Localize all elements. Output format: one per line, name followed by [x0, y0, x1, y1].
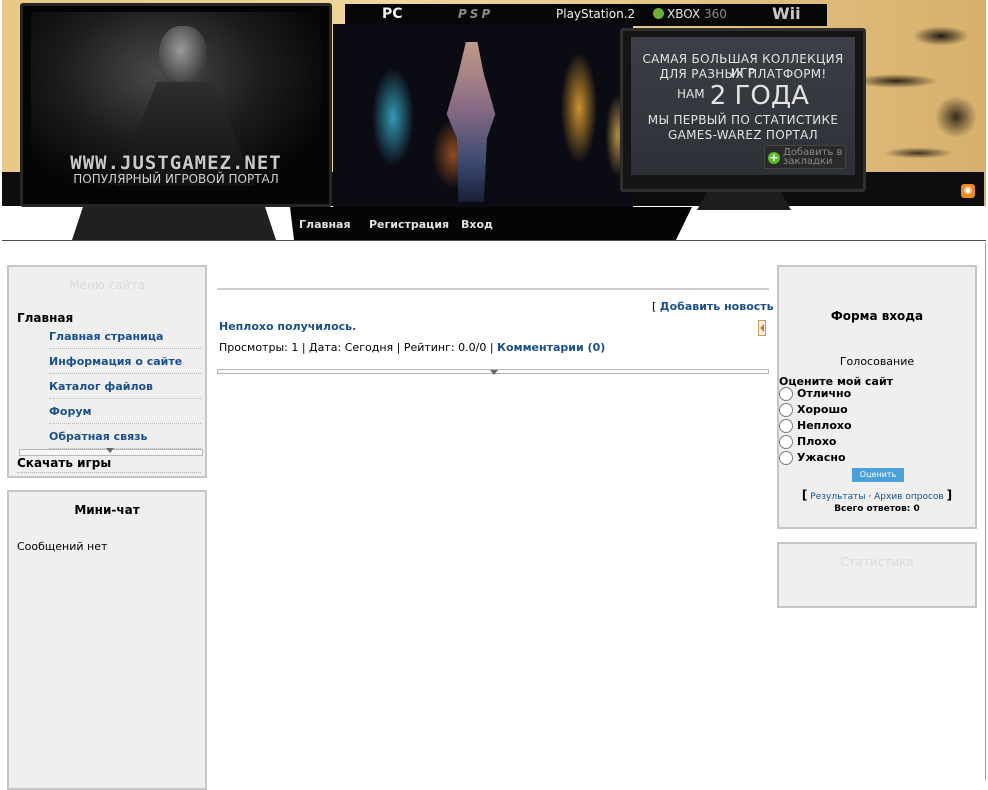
- nav-registration[interactable]: Регистрация: [369, 218, 449, 231]
- platform-psp: PSP: [458, 7, 494, 21]
- poll-total: Всего ответов: 0: [779, 504, 975, 514]
- main-nav: Главная Регистрация Вход: [290, 207, 692, 240]
- content-top-divider: [217, 288, 769, 290]
- add-news-link[interactable]: Добавить новость: [660, 300, 774, 313]
- mini-chat-title: Мини-чат: [74, 503, 140, 517]
- rss-icon[interactable]: ◉: [961, 184, 975, 198]
- poll-option-label: Отлично: [797, 387, 852, 400]
- menu-section-download-games[interactable]: Скачать игры: [17, 456, 111, 470]
- poll-radio-not-bad[interactable]: [779, 419, 793, 433]
- add-bookmark-label: Добавить в закладки: [783, 147, 843, 167]
- rating-label: Рейтинг:: [403, 341, 455, 354]
- news-expand-toggle[interactable]: [217, 369, 769, 375]
- menu-link-file-catalog[interactable]: Каталог файлов: [49, 380, 153, 393]
- statistics-block: Статистика: [777, 542, 977, 608]
- chevron-down-icon: [490, 370, 498, 375]
- news-flag-icon[interactable]: [758, 320, 766, 336]
- poll-links-separator: ·: [868, 492, 872, 502]
- site-header: ◉ WWW.JUSTGAMEZ.NET ПОПУЛЯРНЫЙ ИГРОВОЙ П…: [0, 0, 988, 243]
- date-value: Сегодня: [344, 341, 394, 354]
- news-entry-meta: Просмотры: 1 | Дата: Сегодня | Рейтинг: …: [219, 341, 606, 354]
- promo-line-4: МЫ ПЕРВЫЙ ПО СТАТИСТИКЕ: [647, 113, 839, 127]
- header-center-art: [333, 24, 633, 210]
- poll-total-label: Всего ответов:: [834, 504, 911, 514]
- menu-item-feedback: Обратная связь: [49, 430, 201, 449]
- mini-chat-block: Мини-чат Сообщений нет: [7, 490, 207, 790]
- menu-divider: [17, 472, 201, 473]
- poll-radio-bad[interactable]: [779, 435, 793, 449]
- site-tagline: ПОПУЛЯРНЫЙ ИГРОВОЙ ПОРТАЛ: [73, 172, 279, 186]
- mini-chat-empty-text: Сообщений нет: [17, 540, 108, 553]
- poll-links: [ Результаты · Архив опросов ]: [801, 488, 953, 502]
- views-count: 1: [291, 341, 299, 354]
- tv-stand-right: [697, 190, 791, 210]
- menu-item-forum: Форум: [49, 405, 201, 424]
- site-menu-title: Меню сайта: [69, 278, 145, 292]
- date-label: Дата:: [309, 341, 342, 354]
- site-url-logo: WWW.JUSTGAMEZ.NET: [70, 152, 282, 174]
- menu-item-home-page: Главная страница: [49, 330, 201, 349]
- nav-home[interactable]: Главная: [299, 218, 351, 231]
- poll-archive-link[interactable]: Архив опросов: [874, 492, 944, 502]
- vote-button[interactable]: Оценить: [852, 468, 904, 482]
- promo-line-2: ДЛЯ РАЗНЫХ ПЛАТФОРМ!: [659, 67, 827, 81]
- platform-wii: Wii: [772, 4, 801, 23]
- poll-option-label: Хорошо: [797, 403, 848, 416]
- menu-section-main[interactable]: Главная: [17, 311, 73, 325]
- menu-item-file-catalog: Каталог файлов: [49, 380, 201, 399]
- poll-radio-terrible[interactable]: [779, 451, 793, 465]
- poll-option-label: Ужасно: [797, 451, 846, 464]
- menu-link-feedback[interactable]: Обратная связь: [49, 430, 148, 443]
- menu-link-home-page[interactable]: Главная страница: [49, 330, 163, 343]
- nav-login[interactable]: Вход: [461, 218, 493, 231]
- platform-xbox-label: XBOX: [667, 7, 701, 21]
- menu-item-site-info: Информация о сайте: [49, 355, 201, 374]
- poll-total-value: 0: [913, 504, 920, 514]
- poll-option-label: Плохо: [797, 435, 837, 448]
- poll-radio-excellent[interactable]: [779, 387, 793, 401]
- poll-results-link[interactable]: Результаты: [810, 492, 865, 502]
- platform-ps2: PlayStation.2: [556, 7, 636, 21]
- chevron-down-icon: [106, 448, 114, 453]
- promo-line-5: GAMES-WAREZ ПОРТАЛ: [668, 128, 818, 142]
- platform-bar: PC PSP PlayStation.2 XBOX 360 Wii: [345, 4, 827, 26]
- poll-title: Голосование: [839, 355, 915, 368]
- poll-option-label: Неплохо: [797, 419, 852, 432]
- poll-radio-good[interactable]: [779, 403, 793, 417]
- login-poll-block: Форма входа Голосование Оцените мой сайт…: [777, 265, 977, 529]
- promo-prefix: НАМ: [677, 87, 705, 101]
- tv-stand-left: [72, 203, 276, 240]
- plus-icon: +: [768, 151, 780, 164]
- news-entry-title: Неплохо получилось.: [219, 320, 356, 333]
- platform-pc: PC: [382, 6, 403, 22]
- page-right-border: [985, 243, 986, 780]
- site-menu-block: Меню сайта Главная Главная страница Инфо…: [7, 265, 207, 478]
- views-label: Просмотры:: [219, 341, 288, 354]
- xbox-icon: [653, 8, 664, 19]
- platform-xbox-number: 360: [703, 7, 727, 21]
- news-entry-link[interactable]: Неплохо получилось.: [219, 320, 356, 333]
- statistics-title: Статистика: [840, 555, 914, 569]
- comments-link[interactable]: Комментарии (0): [497, 341, 605, 354]
- add-news-wrapper: [ Добавить новость ]: [652, 300, 781, 313]
- menu-link-forum[interactable]: Форум: [49, 405, 92, 418]
- rating-value: 0.0/0: [458, 341, 487, 354]
- platform-xbox: XBOX 360: [653, 7, 727, 21]
- header-divider: [2, 240, 986, 241]
- login-form-title: Форма входа: [830, 309, 924, 323]
- tv-left: WWW.JUSTGAMEZ.NET ПОПУЛЯРНЫЙ ИГРОВОЙ ПОР…: [20, 3, 332, 207]
- add-bookmark-button[interactable]: + Добавить в закладки: [764, 145, 846, 169]
- tv-left-screen: WWW.JUSTGAMEZ.NET ПОПУЛЯРНЫЙ ИГРОВОЙ ПОР…: [31, 12, 321, 186]
- promo-line-3: НАМ 2 ГОДА: [631, 81, 855, 111]
- hero-figure-head: [159, 26, 207, 86]
- art-heroine-figure: [446, 42, 496, 202]
- menu-link-site-info[interactable]: Информация о сайте: [49, 355, 182, 368]
- menu-collapse-toggle[interactable]: [19, 448, 203, 456]
- promo-big-text: 2 ГОДА: [709, 81, 809, 111]
